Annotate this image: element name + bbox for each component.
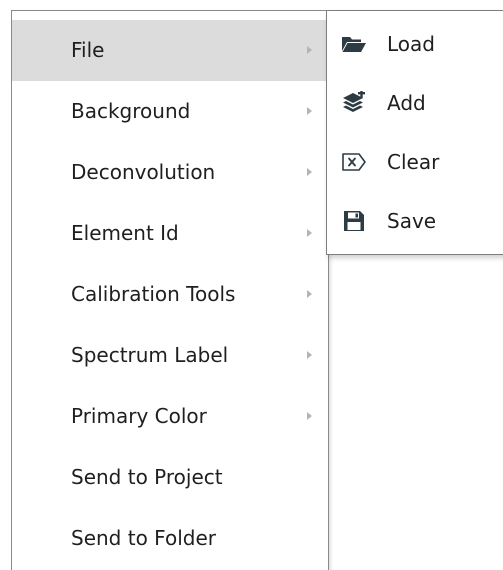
floppy-disk-icon — [341, 209, 367, 233]
menu-item-send-to-project[interactable]: Send to Project — [12, 447, 328, 508]
submenu-arrow-icon — [307, 46, 312, 54]
layers-add-icon — [341, 91, 367, 115]
menu-item-label: Send to Folder — [71, 526, 216, 550]
menu-item-label: Deconvolution — [71, 160, 216, 184]
menu-item-label: File — [71, 38, 105, 62]
submenu-item-load[interactable]: Load — [327, 15, 503, 74]
context-menu: File Background Deconvolution Element Id… — [11, 10, 329, 570]
folder-open-icon — [341, 32, 367, 56]
submenu-item-save[interactable]: Save — [327, 192, 503, 251]
menu-item-element-id[interactable]: Element Id — [12, 203, 328, 264]
menu-item-background[interactable]: Background — [12, 81, 328, 142]
menu-item-primary-color[interactable]: Primary Color — [12, 386, 328, 447]
menu-item-label: Background — [71, 99, 191, 123]
submenu-arrow-icon — [307, 412, 312, 420]
submenu-arrow-icon — [307, 229, 312, 237]
submenu-item-label: Clear — [387, 150, 440, 174]
menu-item-label: Send to Project — [71, 465, 223, 489]
submenu-item-label: Add — [387, 91, 426, 115]
menu-item-label: Spectrum Label — [71, 343, 229, 367]
submenu-item-clear[interactable]: Clear — [327, 133, 503, 192]
menu-item-file[interactable]: File — [12, 20, 328, 81]
menu-item-deconvolution[interactable]: Deconvolution — [12, 142, 328, 203]
menu-item-calibration-tools[interactable]: Calibration Tools — [12, 264, 328, 325]
menu-item-label: Element Id — [71, 221, 179, 245]
menu-item-send-to-folder[interactable]: Send to Folder — [12, 508, 328, 569]
menu-item-spectrum-label[interactable]: Spectrum Label — [12, 325, 328, 386]
submenu-item-label: Save — [387, 209, 437, 233]
submenu-arrow-icon — [307, 168, 312, 176]
submenu-arrow-icon — [307, 351, 312, 359]
submenu-item-add[interactable]: Add — [327, 74, 503, 133]
clear-x-icon — [341, 150, 367, 174]
submenu-arrow-icon — [307, 107, 312, 115]
submenu-item-label: Load — [387, 32, 435, 56]
menu-item-label: Calibration Tools — [71, 282, 236, 306]
menu-item-label: Primary Color — [71, 404, 207, 428]
submenu-arrow-icon — [307, 290, 312, 298]
file-submenu: Load Add Clear Save — [326, 10, 503, 255]
